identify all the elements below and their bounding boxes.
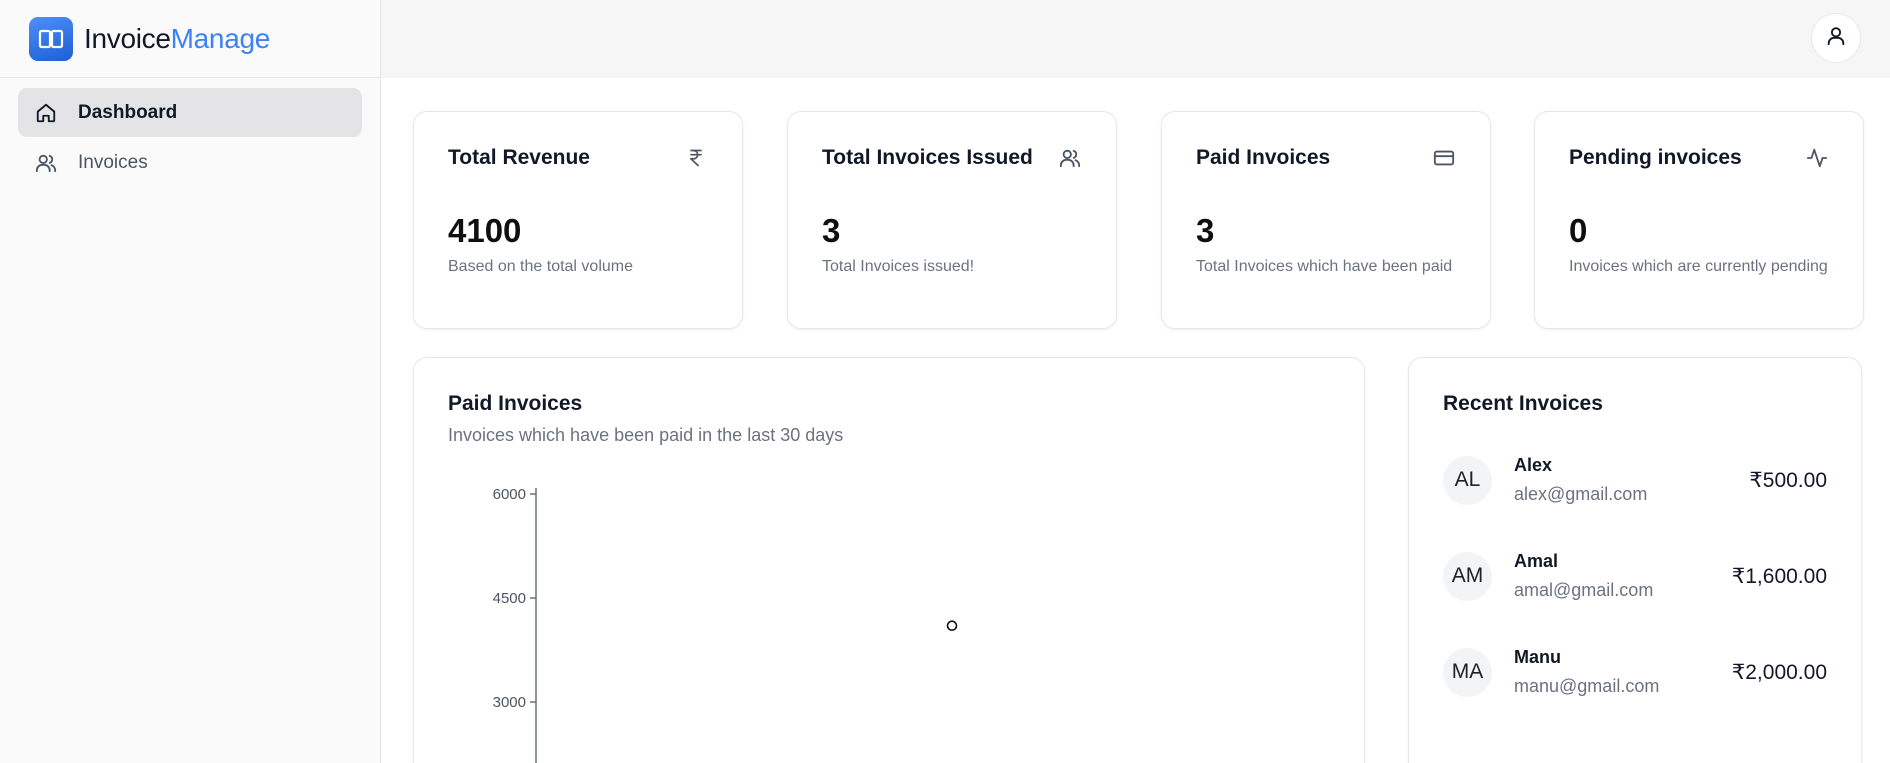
stat-description: Total Invoices issued! bbox=[822, 258, 975, 275]
chart-point[interactable] bbox=[946, 620, 958, 632]
avatar: MA bbox=[1443, 647, 1492, 697]
sidebar-item-label: Dashboard bbox=[78, 101, 178, 123]
person-email: manu@gmail.com bbox=[1514, 676, 1660, 696]
stat-description: Total Invoices which have been paid bbox=[1196, 258, 1453, 275]
user-menu-button[interactable] bbox=[1811, 13, 1861, 63]
list-item[interactable]: AM Amal amal@gmail.com ₹1,600.00 bbox=[1443, 546, 1827, 606]
person-info: Manu manu@gmail.com bbox=[1514, 647, 1732, 697]
recent-invoices-title: Recent Invoices bbox=[1443, 392, 1603, 415]
invoice-amount: ₹2,000.00 bbox=[1731, 660, 1827, 684]
stat-value: 0 bbox=[1569, 212, 1588, 249]
sidebar-nav: Dashboard Invoices bbox=[0, 78, 380, 198]
stat-card-paid-invoices: Paid Invoices 3 Total Invoices which hav… bbox=[1161, 111, 1491, 329]
person-name: Amal bbox=[1514, 551, 1559, 571]
stat-value: 3 bbox=[1196, 212, 1215, 249]
y-axis-ticks: 6000 4500 3000 bbox=[493, 486, 536, 711]
stat-value: 3 bbox=[822, 212, 841, 249]
list-item[interactable]: AL Alex alex@gmail.com ₹500.00 bbox=[1443, 450, 1827, 510]
stat-title: Paid Invoices bbox=[1196, 146, 1331, 169]
stat-card-total-revenue: Total Revenue 4100 Based on the total vo… bbox=[413, 111, 743, 329]
person-email: amal@gmail.com bbox=[1514, 580, 1654, 600]
users-icon bbox=[1058, 146, 1082, 170]
invoice-amount: ₹500.00 bbox=[1749, 468, 1827, 492]
sidebar-item-label: Invoices bbox=[78, 151, 148, 173]
stat-title: Total Revenue bbox=[448, 146, 590, 169]
stat-card-pending-invoices: Pending invoices 0 Invoices which are cu… bbox=[1534, 111, 1864, 329]
person-info: Amal amal@gmail.com bbox=[1514, 551, 1732, 601]
avatar: AM bbox=[1443, 551, 1492, 601]
y-tick-label: 4500 bbox=[493, 590, 526, 607]
stat-description: Invoices which are currently pending bbox=[1569, 258, 1828, 275]
stat-card-total-invoices: Total Invoices Issued 3 Total Invoices i… bbox=[787, 111, 1117, 329]
stat-title: Total Invoices Issued bbox=[822, 146, 1033, 169]
home-icon bbox=[34, 101, 58, 125]
sidebar-item-dashboard[interactable]: Dashboard bbox=[18, 88, 362, 137]
rupee-icon bbox=[684, 146, 708, 170]
person-name: Manu bbox=[1514, 647, 1561, 667]
person-email: alex@gmail.com bbox=[1514, 484, 1648, 504]
paid-invoices-chart-card: Paid Invoices Invoices which have been p… bbox=[413, 357, 1365, 763]
paid-invoices-chart: 6000 4500 3000 bbox=[493, 486, 958, 763]
brand[interactable]: InvoiceManage bbox=[0, 0, 380, 78]
activity-icon bbox=[1805, 146, 1829, 170]
stat-description: Based on the total volume bbox=[448, 258, 634, 275]
chart-points bbox=[946, 620, 958, 632]
recent-invoices-card: Recent Invoices AL Alex alex@gmail.com ₹… bbox=[1408, 357, 1862, 763]
sidebar-item-invoices[interactable]: Invoices bbox=[18, 138, 362, 187]
sidebar: InvoiceManage Dashboard Invoices bbox=[0, 0, 381, 763]
brand-name-part1: Invoice bbox=[84, 22, 171, 54]
person-name: Alex bbox=[1514, 455, 1553, 475]
invoice-amount: ₹1,600.00 bbox=[1731, 564, 1827, 588]
brand-name: InvoiceManage bbox=[84, 23, 270, 55]
users-icon bbox=[34, 151, 58, 175]
brand-name-part2: Manage bbox=[170, 22, 271, 54]
avatar: AL bbox=[1443, 455, 1492, 505]
topbar bbox=[381, 0, 1890, 78]
credit-card-icon bbox=[1432, 146, 1456, 170]
y-tick-label: 3000 bbox=[493, 694, 526, 711]
list-item[interactable]: MA Manu manu@gmail.com ₹2,000.00 bbox=[1443, 642, 1827, 702]
stat-title: Pending invoices bbox=[1569, 146, 1742, 169]
stat-value: 4100 bbox=[448, 212, 522, 249]
y-tick-label: 6000 bbox=[493, 486, 526, 503]
person-info: Alex alex@gmail.com bbox=[1514, 455, 1749, 505]
book-open-icon bbox=[29, 16, 73, 61]
user-icon bbox=[1825, 25, 1847, 52]
